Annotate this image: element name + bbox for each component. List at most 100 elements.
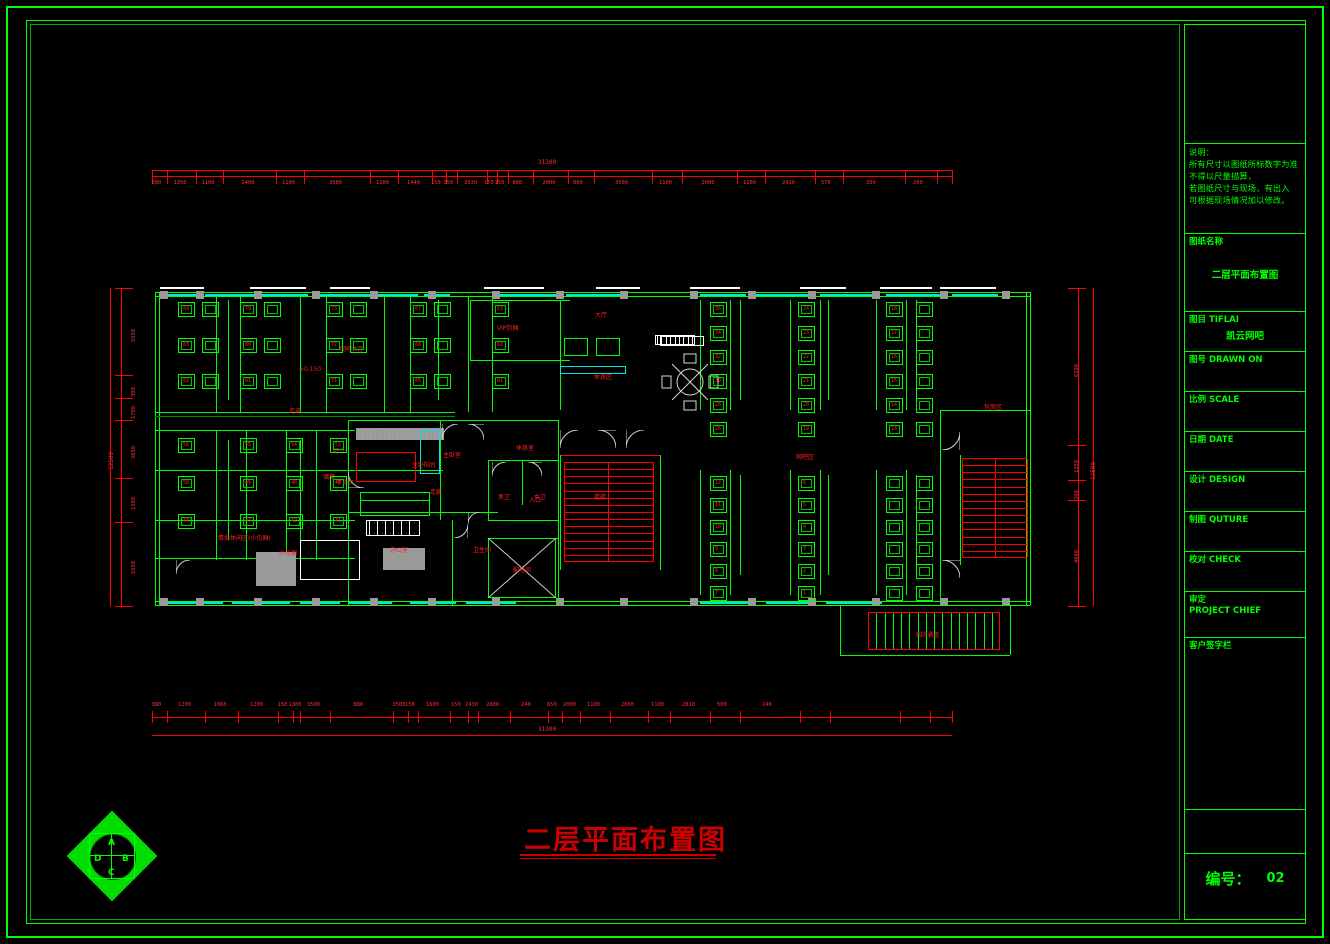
workstation-seat[interactable] [798,586,815,601]
workstation-seat[interactable] [798,476,815,491]
interior-wall-h [470,360,570,361]
workstation-seat[interactable] [886,586,903,601]
workstation-number: 9 [715,546,719,552]
workstation-seat[interactable] [710,586,727,601]
dimension-value-left: 5550 [131,328,137,342]
workstation-seat[interactable] [264,338,281,353]
dimension-tick-top [843,170,844,184]
workstation-seat[interactable] [886,520,903,535]
workstation-seat[interactable] [886,564,903,579]
row-divider [828,300,829,400]
room-label: 办公室 [390,547,409,554]
dimension-value-left: 1700 [131,406,137,419]
field-check: 校对 CHECK [1185,552,1305,592]
workstation-number: 24 [803,306,810,312]
workstation-seat[interactable] [350,302,367,317]
counter-hatch [401,429,402,439]
workstation-number: 34 [715,330,722,336]
dimension-value-top: 2000 [701,180,715,186]
wall-offset-top [690,287,740,289]
dimension-tick-left [115,522,133,523]
counter-hatch [362,429,364,439]
room-label: 休息区 [594,374,613,381]
workstation-seat[interactable] [798,498,815,513]
workstation-seat[interactable] [434,338,451,353]
structural-column [196,598,204,606]
workstation-number: 66 [415,342,422,348]
workstation-number: 49 [245,480,252,486]
interior-wall-h [155,470,355,471]
dimension-value-bottom: 2000 [621,702,634,708]
workstation-seat[interactable] [886,476,903,491]
dimension-tick-bottom [450,711,451,723]
wall-offset-top [250,287,306,289]
workstation-seat[interactable] [916,422,933,437]
workstation-number: 20 [803,402,810,408]
dimension-tick-bottom [418,711,419,723]
workstation-seat[interactable] [916,398,933,413]
dimension-tick-bottom [800,711,801,723]
dimension-tick-bottom [238,711,239,723]
interior-wall-v [790,300,791,410]
workstation-seat[interactable] [434,302,451,317]
workstation-seat[interactable] [350,374,367,389]
workstation-seat[interactable] [264,302,281,317]
workstation-seat[interactable] [264,374,281,389]
workstation-seat[interactable] [886,498,903,513]
workstation-seat[interactable] [916,350,933,365]
workstation-seat[interactable] [202,338,219,353]
workstation-seat[interactable] [710,542,727,557]
dimension-value-left: 1100 [131,497,137,510]
workstation-seat[interactable] [798,520,815,535]
structural-column [254,598,262,606]
workstation-seat[interactable] [798,564,815,579]
workstation-seat[interactable] [798,542,815,557]
dimension-tick-top [952,170,953,184]
drawing-name-field: 图纸名称 二层平面布置图 [1185,234,1305,312]
field-check-label: 校对 CHECK [1189,555,1241,565]
workstation-seat[interactable] [202,374,219,389]
structural-column [748,598,756,606]
workstation-seat[interactable] [916,542,933,557]
workstation-seat[interactable] [916,476,933,491]
workstation-seat[interactable] [916,326,933,341]
workstation-seat[interactable] [916,564,933,579]
dimension-tick-bottom [830,711,831,723]
workstation-seat[interactable] [916,498,933,513]
workstation-seat[interactable] [886,542,903,557]
interior-wall-v [660,455,661,570]
sofa-back-line [360,500,430,501]
workstation-seat[interactable] [710,564,727,579]
structural-column [492,291,500,299]
workstation-number: 5 [803,502,807,508]
room-label: VIP包厢 [497,325,519,332]
wall-offset-top [596,287,640,289]
interior-wall-v [300,296,301,412]
workstation-seat[interactable] [916,520,933,535]
workstation-number: 10 [715,524,722,530]
workstation-number: 73 [331,306,338,312]
workstation-number: 3 [803,546,807,552]
room-label: 主卧阳台 [412,462,437,469]
workstation-seat[interactable] [202,302,219,317]
interior-wall-v [1030,455,1031,565]
dimension-value-top: 1350 [173,180,187,186]
workstation-number: 30 [715,378,722,384]
workstation-number: 18 [891,306,898,312]
field-design: 设计 DESIGN [1185,472,1305,512]
workstation-seat[interactable] [916,586,933,601]
workstation-number: 56 [183,442,190,448]
workstation-number: 81 [245,378,252,384]
workstation-seat[interactable] [916,302,933,317]
workstation-seat[interactable] [434,374,451,389]
sheet-number-field: 编号： 02 [1185,854,1305,904]
workstation-number: 2 [803,568,807,574]
workstation-seat[interactable] [916,374,933,389]
furniture-hatch-line [385,521,386,535]
workstation-number: 50 [183,480,190,486]
dimension-value-top: 1100 [659,180,672,186]
dimension-value-left: 300 [131,386,137,397]
workstation-number: 23 [803,330,810,336]
row-divider [740,300,741,400]
workstation-seat[interactable] [350,338,367,353]
